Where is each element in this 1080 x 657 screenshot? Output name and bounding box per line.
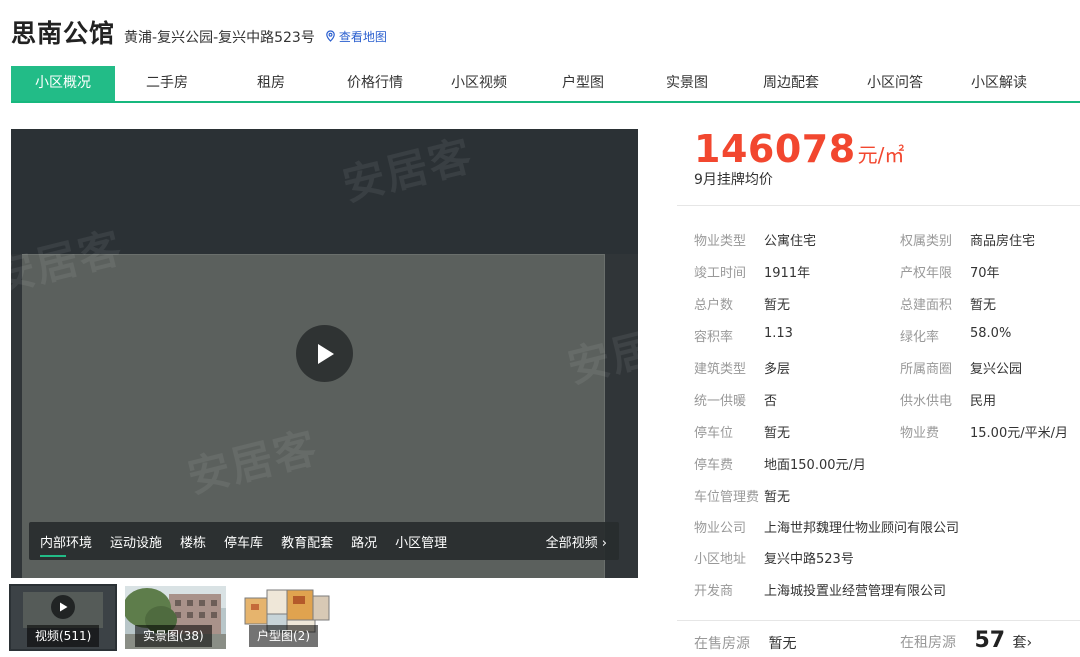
video-tab-buildings[interactable]: 楼栋 <box>180 532 206 551</box>
video-category-tabs: 内部环境 运动设施 楼栋 停车库 教育配套 路况 小区管理 全部视频 › <box>29 522 619 560</box>
info-value: 暂无 <box>970 298 997 313</box>
info-label: 小区地址 <box>694 552 747 567</box>
info-label: 所属商圈 <box>900 362 953 377</box>
info-label: 建筑类型 <box>694 362 747 377</box>
info-value: 复兴中路523号 <box>764 552 854 567</box>
thumbnail-video[interactable]: 视频(511) <box>9 584 117 651</box>
info-value: 公寓住宅 <box>764 234 817 249</box>
for-rent-count: 57 <box>974 628 1006 653</box>
thumbnail-video-label: 视频(511) <box>27 625 100 647</box>
price-value: 146078 <box>694 127 856 171</box>
play-icon <box>317 343 334 364</box>
tab-floorplans[interactable]: 户型图 <box>531 66 635 101</box>
info-value: 否 <box>764 394 778 409</box>
main-nav: 小区概况 二手房 租房 价格行情 小区视频 户型图 实景图 周边配套 小区问答 … <box>11 66 1080 103</box>
info-label: 统一供暖 <box>694 394 747 409</box>
community-address: 黄浦-复兴公园-复兴中路523号 <box>124 30 315 46</box>
info-label: 供水供电 <box>900 394 953 409</box>
info-label: 物业类型 <box>694 234 747 249</box>
info-value: 70年 <box>970 266 1000 281</box>
video-tab-education[interactable]: 教育配套 <box>281 532 333 551</box>
tab-videos[interactable]: 小区视频 <box>427 66 531 101</box>
info-label: 车位管理费 <box>694 490 760 505</box>
video-player[interactable]: 安居客 安居客 安居客 安居客 内部环境 运动设施 楼栋 停车库 教育配套 路况… <box>11 129 638 578</box>
thumbnail-photos-label: 实景图(38) <box>135 625 212 647</box>
info-label: 总建面积 <box>900 298 953 313</box>
info-label: 物业费 <box>900 426 940 441</box>
thumbnail-photos[interactable]: 实景图(38) <box>125 586 226 649</box>
tab-overview[interactable]: 小区概况 <box>11 66 115 101</box>
info-label: 总户数 <box>694 298 734 313</box>
average-price: 146078 元/㎡ <box>694 127 904 171</box>
tab-surroundings[interactable]: 周边配套 <box>739 66 843 101</box>
for-rent-listings[interactable]: 在租房源 57 套› <box>900 628 1033 653</box>
for-rent-suffix[interactable]: 套› <box>1013 635 1033 651</box>
play-button[interactable] <box>296 325 353 382</box>
price-section: 146078 元/㎡ 9月挂牌均价 <box>694 127 904 189</box>
info-label: 停车位 <box>694 426 734 441</box>
info-label: 开发商 <box>694 584 734 599</box>
page-header: 思南公馆 黄浦-复兴公园-复兴中路523号 查看地图 <box>11 14 387 50</box>
info-value: 复兴公园 <box>970 362 1023 377</box>
tab-rent[interactable]: 租房 <box>219 66 323 101</box>
info-label: 停车费 <box>694 458 734 473</box>
play-icon <box>59 602 67 612</box>
info-value: 暂无 <box>764 298 791 313</box>
tab-qa[interactable]: 小区问答 <box>843 66 947 101</box>
for-sale-listings[interactable]: 在售房源 暂无 <box>694 633 796 657</box>
thumbnail-floorplans[interactable]: 户型图(2) <box>237 586 338 649</box>
all-videos-link[interactable]: 全部视频 › <box>546 532 607 551</box>
tab-photos[interactable]: 实景图 <box>635 66 739 101</box>
info-label: 容积率 <box>694 330 734 345</box>
info-label: 产权年限 <box>900 266 953 281</box>
location-pin-icon <box>326 30 335 42</box>
info-value: 上海城投置业经营管理有限公司 <box>764 584 947 599</box>
info-value: 58.0% <box>970 326 1012 341</box>
for-rent-label: 在租房源 <box>900 635 956 651</box>
info-label: 物业公司 <box>694 521 747 536</box>
info-value: 上海世邦魏理仕物业顾问有限公司 <box>764 521 960 536</box>
info-label: 权属类别 <box>900 234 953 249</box>
video-tab-interior[interactable]: 内部环境 <box>40 532 92 557</box>
divider <box>677 205 1080 206</box>
video-tab-roads[interactable]: 路况 <box>351 532 377 551</box>
tab-price-trend[interactable]: 价格行情 <box>323 66 427 101</box>
info-value: 1.13 <box>764 326 793 341</box>
for-sale-value: 暂无 <box>768 636 797 652</box>
info-value: 多层 <box>764 362 791 377</box>
info-value: 暂无 <box>764 426 791 441</box>
info-label: 竣工时间 <box>694 266 747 281</box>
info-value: 民用 <box>970 394 997 409</box>
info-value: 1911年 <box>764 266 811 281</box>
view-map-link[interactable]: 查看地图 <box>325 28 387 45</box>
video-tab-sports[interactable]: 运动设施 <box>110 532 162 551</box>
thumbnail-play-button <box>51 595 75 619</box>
price-label: 9月挂牌均价 <box>694 172 773 188</box>
info-value: 暂无 <box>764 490 791 505</box>
info-label: 绿化率 <box>900 330 940 345</box>
for-sale-label: 在售房源 <box>694 636 750 652</box>
watermark-text: 安居客 <box>337 130 478 211</box>
page-title: 思南公馆 <box>11 19 116 48</box>
info-value: 15.00元/平米/月 <box>970 426 1068 441</box>
video-tab-parking[interactable]: 停车库 <box>224 532 263 551</box>
info-value: 商品房住宅 <box>970 234 1036 249</box>
tab-interpretation[interactable]: 小区解读 <box>947 66 1051 101</box>
info-value: 地面150.00元/月 <box>764 458 866 473</box>
thumbnail-floorplans-label: 户型图(2) <box>249 625 318 647</box>
video-tab-management[interactable]: 小区管理 <box>395 532 447 551</box>
divider <box>677 620 1080 621</box>
price-unit: 元/㎡ <box>857 143 905 167</box>
view-map-label: 查看地图 <box>338 29 387 44</box>
tab-second-hand[interactable]: 二手房 <box>115 66 219 101</box>
